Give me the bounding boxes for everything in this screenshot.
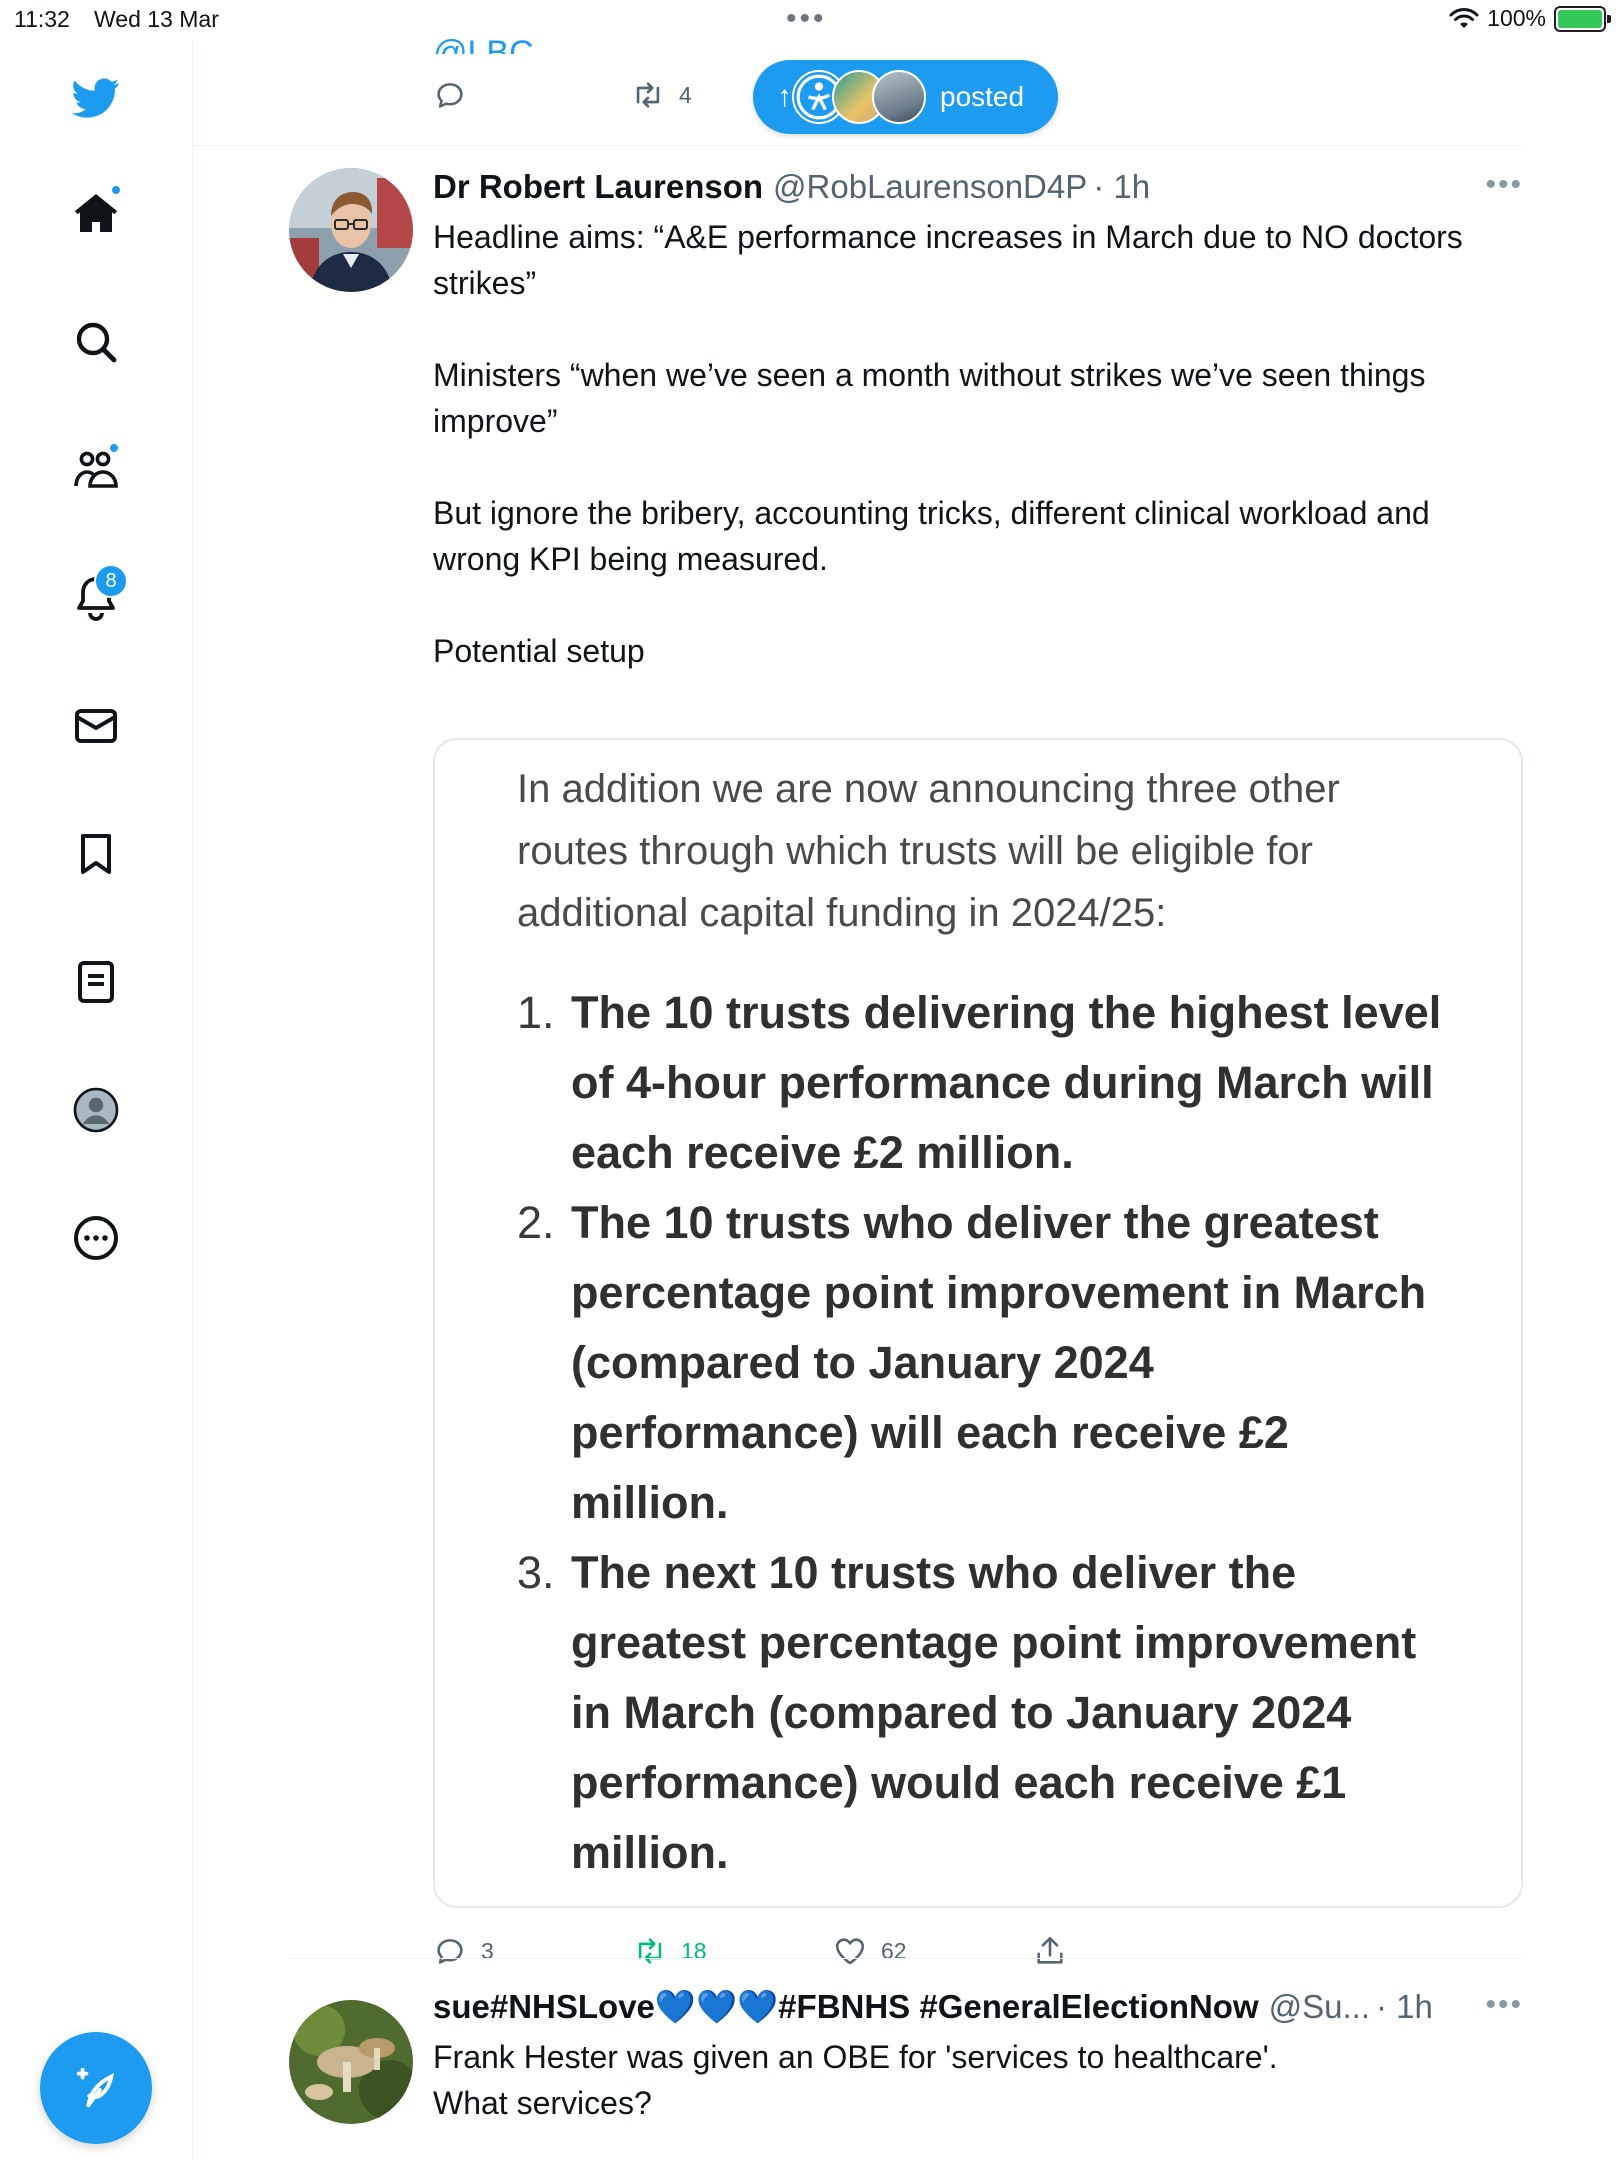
tweet-body: Dr Robert Laurenson @RobLaurensonD4P · 1… xyxy=(433,168,1523,674)
bookmarks-icon[interactable] xyxy=(68,826,124,882)
tweet-divider xyxy=(289,1958,1523,1959)
lists-icon[interactable] xyxy=(68,954,124,1010)
pill-avatar-3 xyxy=(872,70,926,124)
wifi-icon xyxy=(1449,7,1479,28)
avatar[interactable] xyxy=(289,168,413,292)
author-name[interactable]: Dr Robert Laurenson xyxy=(433,168,763,206)
retweet-button[interactable]: 18 xyxy=(633,1934,707,1968)
profile-icon[interactable] xyxy=(68,1082,124,1138)
retweet-count: 18 xyxy=(681,1937,707,1964)
like-count: 62 xyxy=(881,1937,907,1964)
more-icon[interactable] xyxy=(68,1210,124,1266)
reply-button[interactable] xyxy=(433,78,467,112)
author-handle[interactable]: @RobLaurensonD4P xyxy=(773,168,1087,206)
twitter-logo-icon[interactable] xyxy=(68,70,124,126)
tweet-body: sue#NHSLove💙💙💙#FBNHS #GeneralElectionNow… xyxy=(433,1988,1523,2126)
status-bar: 11:32 Wed 13 Mar ••• 100% xyxy=(0,0,1620,40)
retweet-icon xyxy=(636,82,660,108)
multitasking-dots-icon[interactable]: ••• xyxy=(786,2,827,36)
tweet-header: Dr Robert Laurenson @RobLaurensonD4P · 1… xyxy=(433,168,1523,210)
tweet-image[interactable]: In addition we are now announcing three … xyxy=(433,738,1523,1908)
tweet-header: sue#NHSLove💙💙💙#FBNHS #GeneralElectionNow… xyxy=(433,1988,1523,2030)
more-options-icon[interactable]: ••• xyxy=(1485,1988,1523,2022)
reply-count: 3 xyxy=(481,1937,494,1964)
author-name[interactable]: sue#NHSLove💙💙💙#FBNHS #GeneralElectionNow xyxy=(433,1988,1259,2027)
partial-handle[interactable]: @LBC xyxy=(433,34,534,54)
home-unread-dot xyxy=(110,184,122,196)
status-right: 100% xyxy=(1449,5,1611,32)
reply-icon xyxy=(437,1939,463,1964)
tweet-time[interactable]: · 1h xyxy=(1093,168,1150,206)
tweet-actions: 3 18 62 xyxy=(433,1934,1523,1984)
image-funding-list: 1. The 10 trusts delivering the highest … xyxy=(517,978,1447,1888)
arrow-up-icon: ↑ xyxy=(777,80,792,113)
timeline: @LBC 4 ↑ posted Dr Robert Laurenson @Rob… xyxy=(193,34,1620,2160)
heart-icon xyxy=(835,1938,865,1965)
tweet-text: Headline aims: “A&E performance increase… xyxy=(433,219,1463,669)
compose-tweet-button[interactable] xyxy=(40,2032,152,2144)
notifications-icon[interactable]: 8 xyxy=(68,564,128,626)
reply-icon xyxy=(437,83,463,108)
posted-label: posted xyxy=(940,81,1025,112)
avatar[interactable] xyxy=(289,2000,413,2124)
status-date: Wed 13 Mar xyxy=(94,6,219,32)
home-icon[interactable] xyxy=(68,184,124,242)
tweet-text: Frank Hester was given an OBE for 'servi… xyxy=(433,2039,1278,2121)
battery-icon xyxy=(1554,5,1611,32)
previous-tweet-actions: @LBC 4 ↑ posted xyxy=(193,34,1523,146)
new-posts-pill[interactable]: ↑ posted xyxy=(753,60,1058,134)
reply-button[interactable]: 3 xyxy=(433,1934,494,1968)
sidebar: 8 xyxy=(0,40,193,2160)
status-time: 11:32 xyxy=(14,6,70,32)
messages-icon[interactable] xyxy=(68,698,124,754)
communities-icon[interactable] xyxy=(68,442,124,498)
like-button[interactable]: 62 xyxy=(833,1934,907,1968)
list-item: 2. The 10 trusts who deliver the greates… xyxy=(517,1197,1427,1528)
feather-plus-icon xyxy=(76,2067,114,2108)
share-icon xyxy=(1037,1936,1063,1964)
share-button[interactable] xyxy=(1033,1934,1067,1968)
image-content: In addition we are now announcing three … xyxy=(517,758,1447,1888)
retweet-icon xyxy=(638,1938,662,1964)
retweet-button[interactable]: 4 xyxy=(631,78,692,112)
list-item: 3. The next 10 trusts who deliver the gr… xyxy=(517,1547,1417,1878)
retweet-count: 4 xyxy=(679,81,692,108)
image-intro-text: In addition we are now announcing three … xyxy=(517,767,1340,935)
search-icon[interactable] xyxy=(68,314,124,370)
more-options-icon[interactable]: ••• xyxy=(1485,168,1523,202)
author-handle[interactable]: @Su... xyxy=(1269,1988,1370,2026)
communities-unread-dot xyxy=(108,442,120,454)
notifications-badge: 8 xyxy=(94,564,128,598)
tweet-time[interactable]: · 1h xyxy=(1376,1988,1433,2026)
list-item: 1. The 10 trusts delivering the highest … xyxy=(517,987,1442,1178)
battery-percent: 100% xyxy=(1487,5,1546,31)
